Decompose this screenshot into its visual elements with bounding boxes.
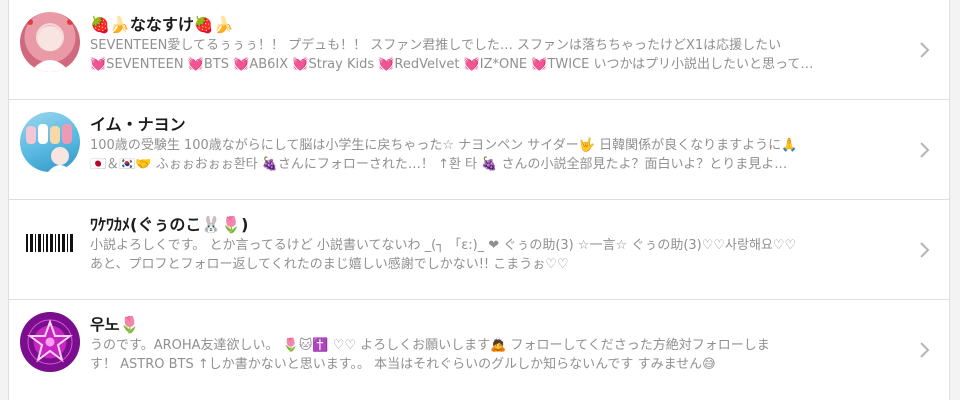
user-name: 🍓🍌ななすけ🍓🍌 [90, 15, 234, 34]
user-bio-line: 小説よろしくです。 とか言ってるけど 小説書いてないわ _(┐ 「ε:)_ ❤ … [90, 238, 797, 253]
chevron-right-icon[interactable] [918, 140, 932, 160]
user-list-item[interactable]: 우노🌷 うのです。AROHA友達欲しい。 🌷🐱✝️ ♡♡ よろしくお願いします🙇… [9, 300, 949, 400]
user-list-item[interactable]: 🍓🍌ななすけ🍓🍌 SEVENTEEN愛してるぅぅぅ！！ プデュも！！ スファン君… [9, 0, 949, 100]
user-bio-line: す！ ASTRO BTS ↑しか書かないと思います。。 本当はそれぐらいのグルし… [90, 357, 716, 372]
user-list-item[interactable]: ﾜｹﾜｶﾒ(ぐぅのこ🐰🌷) 小説よろしくです。 とか言ってるけど 小説書いてない… [9, 200, 949, 300]
user-info: ﾜｹﾜｶﾒ(ぐぅのこ🐰🌷) 小説よろしくです。 とか言ってるけど 小説書いてない… [90, 214, 905, 274]
avatar[interactable] [20, 212, 80, 272]
user-name: ﾜｹﾜｶﾒ(ぐぅのこ🐰🌷) [90, 215, 249, 234]
chevron-right-icon[interactable] [918, 340, 932, 360]
user-name: イム・ナヨン [90, 115, 186, 134]
user-info: 우노🌷 うのです。AROHA友達欲しい。 🌷🐱✝️ ♡♡ よろしくお願いします🙇… [90, 314, 905, 374]
user-bio-line: 🇯🇵＆🇰🇷🤝 ふぉぉおぉぉ환타 🍇さんにフォローされた…！ ↑환 타 🍇 さんの… [90, 157, 788, 172]
user-name: 우노🌷 [90, 315, 140, 334]
user-list-item[interactable]: イム・ナヨン 100歳の受験生 100歳ながらにして脳は小学生に戻ちゃった☆ ナ… [9, 100, 949, 200]
user-info: イム・ナヨン 100歳の受験生 100歳ながらにして脳は小学生に戻ちゃった☆ ナ… [90, 114, 905, 174]
user-list: 🍓🍌ななすけ🍓🍌 SEVENTEEN愛してるぅぅぅ！！ プデュも！！ スファン君… [8, 0, 950, 400]
avatar[interactable] [20, 112, 80, 172]
user-bio-line: あと、プロフとフォロー返してくれたのまじ嬉しい感謝でしかない!! こまうぉ♡♡ [90, 257, 569, 272]
chevron-right-icon[interactable] [918, 40, 932, 60]
user-info: 🍓🍌ななすけ🍓🍌 SEVENTEEN愛してるぅぅぅ！！ プデュも！！ スファン君… [90, 14, 905, 74]
avatar[interactable] [20, 12, 80, 72]
user-bio-line: 100歳の受験生 100歳ながらにして脳は小学生に戻ちゃった☆ ナヨンペン サイ… [90, 138, 798, 153]
user-bio-line: 💓SEVENTEEN 💓BTS 💓AB6IX 💓Stray Kids 💓RedV… [90, 57, 814, 72]
barcode-icon [26, 234, 73, 252]
profile-photo-icon [27, 19, 73, 72]
user-bio-line: うのです。AROHA友達欲しい。 🌷🐱✝️ ♡♡ よろしくお願いします🙇 フォロ… [90, 338, 770, 353]
neon-star-icon [27, 319, 73, 365]
chevron-right-icon[interactable] [918, 240, 932, 260]
avatar[interactable] [20, 312, 80, 372]
group-photo-icon [26, 124, 72, 172]
user-bio-line: SEVENTEEN愛してるぅぅぅ！！ プデュも！！ スファン君推しでした… スフ… [90, 38, 782, 53]
